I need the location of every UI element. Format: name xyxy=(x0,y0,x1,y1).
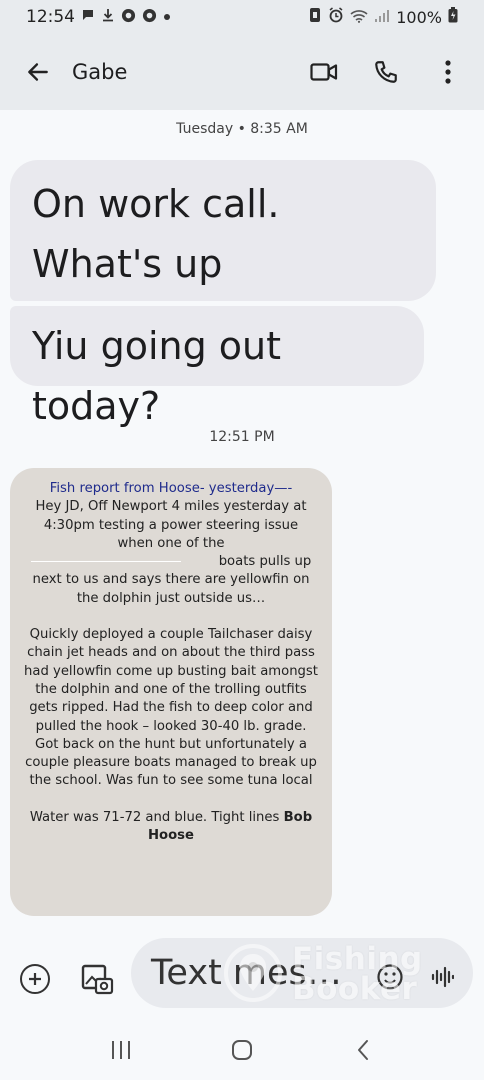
status-left: 12:54 xyxy=(26,7,171,27)
report-title: Fish report from Hoose- yesterday—- xyxy=(49,481,293,496)
emoji-icon xyxy=(377,964,403,990)
status-bar: 12:54 100% xyxy=(0,0,484,34)
wifi-icon xyxy=(350,8,368,27)
report-paragraph: Quickly deployed a couple Tailchaser dai… xyxy=(24,627,318,789)
message-bubble[interactable]: Yiu going out today? xyxy=(10,306,424,428)
message-input-placeholder: Text mes… xyxy=(151,953,342,993)
system-nav-bar xyxy=(0,1020,484,1080)
alarm-icon xyxy=(328,7,344,27)
report-intro-text: Hey JD, Off Newport 4 miles yesterday at… xyxy=(35,499,307,551)
message-text: Yiu going out today? xyxy=(32,324,282,428)
phone-call-button[interactable] xyxy=(370,56,402,88)
message-timestamp: Tuesday • 8:35 AM xyxy=(176,121,308,137)
chat-bubble-icon xyxy=(81,8,95,26)
back-arrow-icon xyxy=(28,63,48,81)
status-time: 12:54 xyxy=(26,7,75,27)
message-bubble[interactable]: On work call. What's up xyxy=(10,160,436,301)
header-actions xyxy=(308,56,464,88)
add-attachment-button[interactable] xyxy=(20,964,50,994)
add-icon xyxy=(29,973,41,985)
gallery-icon xyxy=(81,964,114,995)
battery-icon xyxy=(448,7,458,27)
nfc-icon xyxy=(308,7,322,27)
gallery-button[interactable] xyxy=(80,962,114,996)
report-boats-text: boats pulls up next to us and says there… xyxy=(32,554,312,606)
dot-icon xyxy=(163,10,171,25)
back-nav-button[interactable] xyxy=(348,1035,378,1065)
download-icon xyxy=(101,8,115,26)
contact-name[interactable]: Gabe xyxy=(72,60,127,84)
signal-icon xyxy=(374,8,390,27)
fish-report-image-message[interactable]: Fish report from Hoose- yesterday—- Hey … xyxy=(10,468,332,916)
more-vert-icon xyxy=(445,60,451,84)
back-button[interactable] xyxy=(20,54,56,90)
recents-button[interactable] xyxy=(106,1035,136,1065)
report-closing-text: Water was 71-72 and blue. Tight lines xyxy=(29,809,280,825)
chrome-icon xyxy=(121,8,136,27)
message-composer: Text mes… xyxy=(0,936,484,1020)
battery-level: 100% xyxy=(396,7,442,27)
more-options-button[interactable] xyxy=(432,56,464,88)
video-call-button[interactable] xyxy=(308,56,340,88)
back-icon xyxy=(358,1040,369,1060)
status-right: 100% xyxy=(308,7,458,27)
recents-icon xyxy=(111,1041,130,1059)
emoji-button[interactable] xyxy=(376,963,404,991)
chrome-icon xyxy=(142,8,157,27)
message-timestamp: 12:51 PM xyxy=(209,429,275,445)
home-icon xyxy=(231,1040,252,1060)
message-text: On work call. What's up xyxy=(32,182,280,286)
video-call-icon xyxy=(310,63,338,81)
report-closing: Water was 71-72 and blue. Tight lines Bo… xyxy=(24,809,318,846)
report-intro: Fish report from Hoose- yesterday—- Hey … xyxy=(24,480,318,608)
voice-icon xyxy=(431,966,455,988)
conversation-header: Gabe xyxy=(0,34,484,110)
home-button[interactable] xyxy=(227,1035,257,1065)
voice-message-button[interactable] xyxy=(430,965,455,989)
phone-icon xyxy=(375,61,397,83)
message-input[interactable]: Text mes… xyxy=(131,938,473,1008)
redacted-text xyxy=(30,560,181,562)
